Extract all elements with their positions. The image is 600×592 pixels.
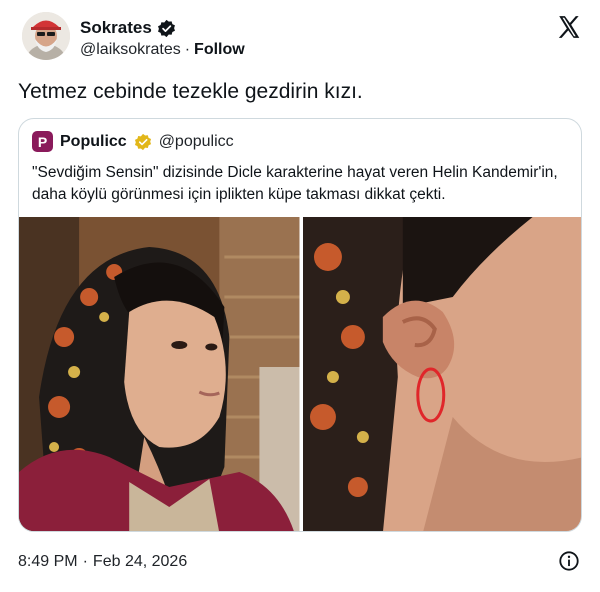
quote-photo-left[interactable] — [19, 217, 300, 531]
quote-media — [19, 217, 581, 531]
quote-author-name[interactable]: Populicc — [60, 133, 127, 151]
tweet-text: Yetmez cebinde tezekle gezdirin kızı. — [18, 80, 363, 103]
separator-dot: · — [82, 553, 88, 570]
follow-button[interactable]: Follow — [194, 41, 245, 59]
quote-header: P Populicc @populicc — [32, 131, 234, 152]
tweet-date[interactable]: Feb 24, 2026 — [93, 553, 187, 571]
tweet-time[interactable]: 8:49 PM — [18, 553, 78, 571]
author-name[interactable]: Sokrates — [80, 18, 152, 38]
info-icon[interactable] — [558, 550, 580, 572]
tweet-timestamp[interactable]: 8:49 PM · Feb 24, 2026 — [18, 553, 187, 571]
quote-text: "Sevdiğim Sensin" dizisinde Dicle karakt… — [32, 164, 558, 203]
verified-badge-icon — [157, 19, 175, 37]
x-logo-icon[interactable] — [556, 14, 582, 40]
quote-photo-right[interactable] — [302, 217, 581, 531]
author-handle[interactable]: @laiksokrates — [80, 41, 181, 59]
author-avatar[interactable] — [22, 12, 70, 60]
author-sub-row: @laiksokrates · Follow — [80, 41, 245, 59]
quoted-tweet-card[interactable]: P Populicc @populicc "Sevdiğim Sensin" d… — [18, 118, 582, 532]
gold-verified-badge-icon — [134, 133, 151, 150]
populicc-logo-icon[interactable]: P — [32, 131, 53, 152]
separator-dot: · — [184, 41, 191, 58]
quote-author-handle[interactable]: @populicc — [159, 133, 234, 151]
author-name-row[interactable]: Sokrates — [80, 18, 176, 38]
